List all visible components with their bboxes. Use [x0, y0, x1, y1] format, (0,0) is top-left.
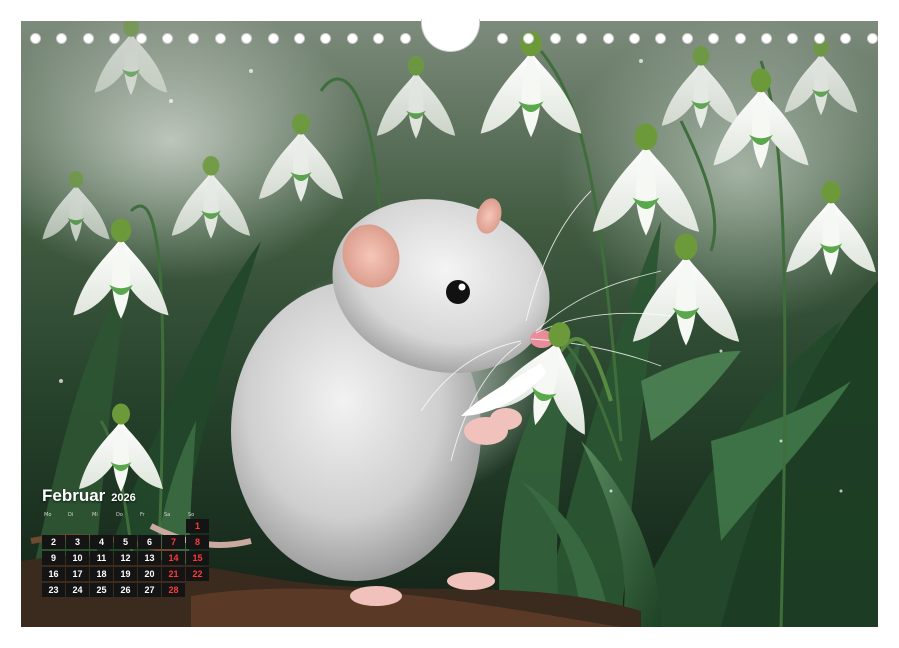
day-cell: 6	[138, 535, 161, 549]
day-cell: 4	[90, 535, 113, 549]
snowdrop-icon	[593, 124, 699, 236]
snowdrop-icon	[662, 46, 740, 129]
day-cell: 10	[66, 551, 89, 565]
weekday-header: Do	[114, 512, 137, 519]
day-cell: 2	[42, 535, 65, 549]
day-cell-empty	[162, 519, 185, 533]
day-cell: 16	[42, 567, 65, 581]
day-cell: 1	[186, 519, 209, 533]
day-cell: 24	[66, 583, 89, 597]
day-cell: 11	[90, 551, 113, 565]
snowdrop-icon	[259, 114, 343, 203]
day-cell-empty	[66, 519, 89, 533]
day-cell: 13	[138, 551, 161, 565]
month-calendar: Februar 2026 MoDiMiDoFrSaSo 123456789101…	[42, 486, 212, 597]
calendar-page: Februar 2026 MoDiMiDoFrSaSo 123456789101…	[21, 21, 878, 627]
weekday-header: Sa	[162, 512, 185, 519]
month-name: Februar	[42, 486, 105, 506]
day-cell: 19	[114, 567, 137, 581]
weekday-header: So	[186, 512, 209, 519]
day-cell: 5	[114, 535, 137, 549]
day-cell: 8	[186, 535, 209, 549]
day-cell: 20	[138, 567, 161, 581]
day-cell: 26	[114, 583, 137, 597]
snowdrop-icon	[95, 21, 168, 95]
day-cell: 23	[42, 583, 65, 597]
day-cell: 12	[114, 551, 137, 565]
day-cell: 28	[162, 583, 185, 597]
year: 2026	[111, 492, 135, 504]
weekday-header: Di	[66, 512, 89, 519]
day-cell: 18	[90, 567, 113, 581]
snowdrop-icon	[172, 156, 250, 239]
day-cell: 17	[66, 567, 89, 581]
day-cell: 14	[162, 551, 185, 565]
weekday-header: Fr	[138, 512, 161, 519]
day-grid: 1234567891011121314151617181920212223242…	[42, 519, 212, 597]
day-cell: 7	[162, 535, 185, 549]
day-cell: 27	[138, 583, 161, 597]
weekday-header: Mo	[42, 512, 65, 519]
day-cell: 21	[162, 567, 185, 581]
day-cell: 22	[186, 567, 209, 581]
day-cell-empty	[114, 519, 137, 533]
snowdrop-icon	[481, 31, 582, 137]
day-cell-empty	[138, 519, 161, 533]
day-cell: 3	[66, 535, 89, 549]
day-cell-empty	[42, 519, 65, 533]
day-cell: 15	[186, 551, 209, 565]
calendar-title: Februar 2026	[42, 486, 212, 506]
day-cell: 25	[90, 583, 113, 597]
day-cell-empty	[186, 583, 209, 597]
snowdrop-icon	[42, 171, 109, 242]
snowdrop-icon	[377, 56, 455, 139]
snowdrop-icon	[786, 181, 876, 275]
weekday-header: Mi	[90, 512, 113, 519]
day-cell: 9	[42, 551, 65, 565]
weekday-headers: MoDiMiDoFrSaSo	[42, 512, 212, 519]
snowdrop-icon	[785, 39, 858, 116]
day-cell-empty	[90, 519, 113, 533]
